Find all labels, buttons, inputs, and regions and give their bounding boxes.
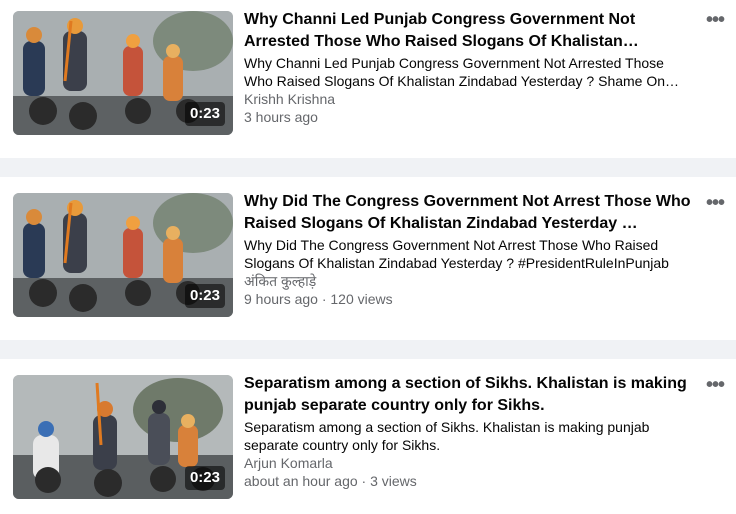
video-thumbnail[interactable]: 0:23 xyxy=(13,193,233,317)
video-title[interactable]: Separatism among a section of Sikhs. Kha… xyxy=(244,373,694,417)
more-horizontal-icon[interactable]: ••• xyxy=(704,10,726,35)
more-horizontal-icon[interactable]: ••• xyxy=(704,193,726,218)
video-title[interactable]: Why Did The Congress Government Not Arre… xyxy=(244,191,694,235)
video-title[interactable]: Why Channi Led Punjab Congress Governmen… xyxy=(244,9,694,53)
video-duration: 0:23 xyxy=(184,102,225,126)
video-result-card[interactable]: 0:23 Separatism among a section of Sikhs… xyxy=(0,359,736,514)
video-thumbnail[interactable]: 0:23 xyxy=(13,375,233,499)
video-duration: 0:23 xyxy=(184,466,225,490)
video-thumbnail[interactable]: 0:23 xyxy=(13,11,233,135)
video-time: about an hour ago · 3 views xyxy=(244,473,417,489)
video-author[interactable]: Arjun Komarla xyxy=(244,454,694,472)
video-info: Separatism among a section of Sikhs. Kha… xyxy=(244,373,694,490)
video-description: Why Channi Led Punjab Congress Governmen… xyxy=(244,55,680,89)
video-description: Why Did The Congress Government Not Arre… xyxy=(244,237,669,271)
more-horizontal-icon[interactable]: ••• xyxy=(704,375,726,400)
video-info: Why Channi Led Punjab Congress Governmen… xyxy=(244,9,694,126)
video-info: Why Did The Congress Government Not Arre… xyxy=(244,191,694,308)
video-time: 9 hours ago · 120 views xyxy=(244,291,393,307)
video-result-card[interactable]: 0:23 Why Did The Congress Government Not… xyxy=(0,177,736,340)
video-result-card[interactable]: 0:23 Why Channi Led Punjab Congress Gove… xyxy=(0,0,736,158)
video-description: Separatism among a section of Sikhs. Kha… xyxy=(244,419,650,453)
video-author[interactable]: Krishh Krishna xyxy=(244,90,694,108)
video-time: 3 hours ago xyxy=(244,109,318,125)
video-duration: 0:23 xyxy=(184,284,225,308)
video-author[interactable]: अंकित कुल्हाड़े xyxy=(244,272,694,290)
